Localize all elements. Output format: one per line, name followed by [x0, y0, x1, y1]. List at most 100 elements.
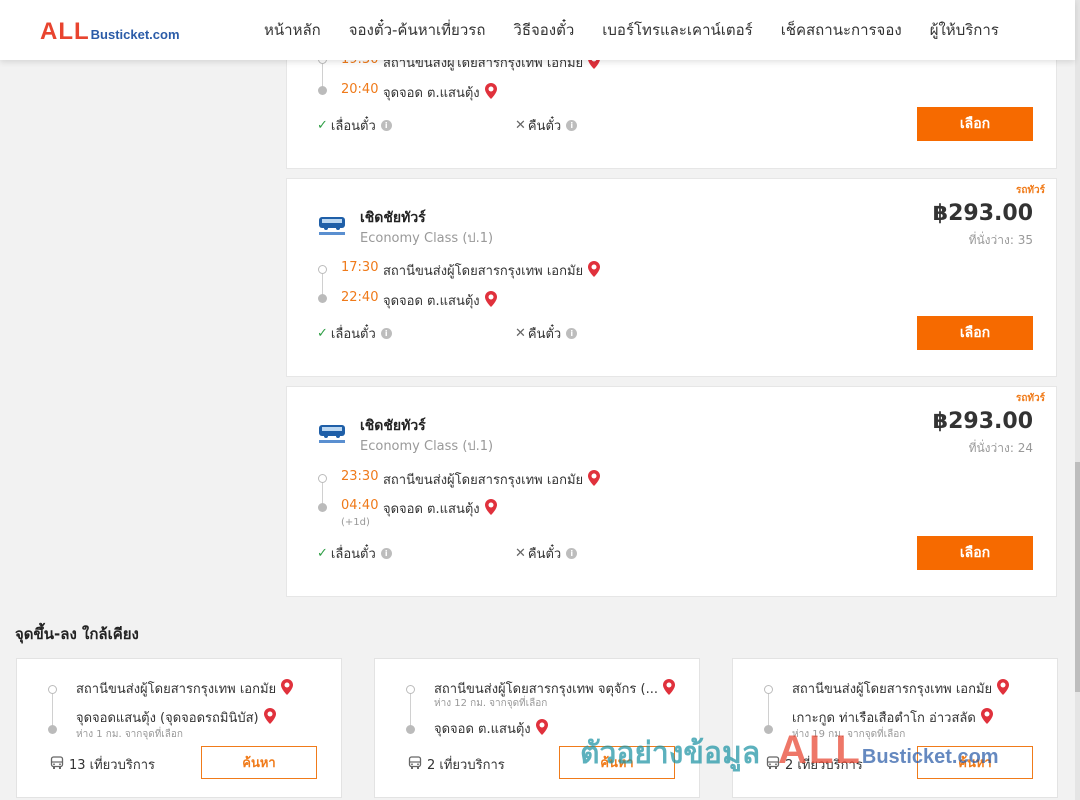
- feature-refund-ticket: ✕ คืนตั๋ว i: [515, 543, 578, 564]
- from-dot: [48, 685, 57, 694]
- nearby-trip-count-label: 2 เที่ยวบริการ: [785, 758, 863, 773]
- bus-class: Economy Class (ป.1): [360, 439, 494, 454]
- to-dot: [764, 725, 773, 734]
- bus-type-badge: รถทัวร์: [1015, 393, 1045, 404]
- nearby-trip-count: 13 เที่ยวบริการ: [50, 754, 155, 775]
- nearby-card-2: สถานีขนส่งผู้โดยสารกรุงเทพ จตุจักร (... …: [374, 658, 700, 798]
- nearby-to-label: จุดจอด ต.แสนตุ้ง: [434, 722, 531, 737]
- nearby-to-stop: เกาะกูด ท่าเรือเสือตำโก อ่าวสลัด: [792, 707, 993, 728]
- feature-change-ticket: ✓ เลื่อนตั๋ว i: [317, 323, 392, 344]
- timeline-line: [52, 690, 53, 730]
- nearby-distance: ห่าง 1 กม. จากจุดที่เลือก: [76, 729, 183, 740]
- nav-operators[interactable]: ผู้ให้บริการ: [916, 18, 1013, 42]
- map-pin-icon[interactable]: [484, 290, 497, 311]
- feature-change-ticket: ✓ เลื่อนตั๋ว i: [317, 115, 392, 136]
- map-pin-icon[interactable]: [535, 718, 548, 739]
- arrival-dot: [318, 294, 327, 303]
- arrival-stop-label: จุดจอด ต.แสนตุ้ง: [383, 86, 480, 101]
- feature-refund-ticket: ✕ คืนตั๋ว i: [515, 323, 578, 344]
- select-trip-button[interactable]: เลือก: [917, 107, 1033, 141]
- seats-available: ที่นั่งว่าง: 24: [968, 441, 1033, 455]
- arrival-dot: [318, 86, 327, 95]
- departure-stop: สถานีขนส่งผู้โดยสารกรุงเทพ เอกมัย: [383, 469, 601, 490]
- nearby-from-label: สถานีขนส่งผู้โดยสารกรุงเทพ เอกมัย: [792, 682, 993, 697]
- feature-refund-label: คืนตั๋ว: [527, 119, 562, 134]
- departure-time: 17:30: [341, 260, 379, 275]
- nearby-trip-count: 2 เที่ยวบริการ: [408, 754, 505, 775]
- check-icon: ✓: [317, 326, 328, 341]
- nearby-from-label: สถานีขนส่งผู้โดยสารกรุงเทพ เอกมัย: [76, 682, 277, 697]
- nearby-trip-count-label: 2 เที่ยวบริการ: [427, 758, 505, 773]
- seats-available: ที่นั่งว่าง: 35: [968, 233, 1033, 247]
- bus-class: Economy Class (ป.1): [360, 231, 494, 246]
- feature-refund-ticket: ✕ คืนตั๋ว i: [515, 115, 578, 136]
- select-trip-button[interactable]: เลือก: [917, 536, 1033, 570]
- main-nav: หน้าหลัก จองตั๋ว-ค้นหาเที่ยวรถ วิธีจองตั…: [250, 0, 1013, 60]
- departure-time: 23:30: [341, 469, 379, 484]
- feature-change-label: เลื่อนตั๋ว: [330, 547, 376, 562]
- to-dot: [406, 725, 415, 734]
- select-trip-button[interactable]: เลือก: [917, 316, 1033, 350]
- next-day-indicator: (+1d): [341, 517, 370, 528]
- site-logo[interactable]: ALL Busticket.com: [40, 18, 180, 46]
- info-icon[interactable]: i: [380, 548, 392, 559]
- ticket-price: ฿293.00: [932, 409, 1033, 434]
- search-button[interactable]: ค้นหา: [559, 746, 675, 779]
- map-pin-icon[interactable]: [263, 707, 276, 728]
- nearby-to-label: เกาะกูด ท่าเรือเสือตำโก อ่าวสลัด: [792, 711, 976, 726]
- search-button[interactable]: ค้นหา: [917, 746, 1033, 779]
- nearby-to-label: จุดจอดแสนตุ้ง (จุดจอดรถมินิบัส): [76, 711, 259, 726]
- map-pin-icon[interactable]: [997, 678, 1010, 699]
- timeline-line: [322, 61, 323, 89]
- trip-card-3: รถทัวร์ เชิดชัยทัวร์ Economy Class (ป.1)…: [286, 386, 1057, 597]
- timeline-line: [768, 690, 769, 730]
- info-icon[interactable]: i: [566, 548, 578, 559]
- search-button[interactable]: ค้นหา: [201, 746, 317, 779]
- nearby-to-stop: จุดจอด ต.แสนตุ้ง: [434, 718, 548, 739]
- bus-icon: [50, 755, 64, 774]
- cross-icon: ✕: [515, 118, 526, 133]
- from-dot: [764, 685, 773, 694]
- map-pin-icon[interactable]: [980, 707, 993, 728]
- arrival-stop: จุดจอด ต.แสนตุ้ง: [383, 290, 497, 311]
- operator-name: เชิดชัยทัวร์: [360, 210, 426, 226]
- scrollbar-thumb[interactable]: [1075, 462, 1080, 692]
- cross-icon: ✕: [515, 546, 526, 561]
- nav-book-search[interactable]: จองตั๋ว-ค้นหาเที่ยวรถ: [335, 18, 500, 42]
- operator-logo: [318, 215, 346, 237]
- map-pin-icon[interactable]: [484, 82, 497, 103]
- map-pin-icon[interactable]: [662, 678, 675, 699]
- departure-dot: [318, 265, 327, 274]
- departure-stop-label: สถานีขนส่งผู้โดยสารกรุงเทพ เอกมัย: [383, 264, 584, 279]
- arrival-time: 04:40: [341, 498, 379, 513]
- info-icon[interactable]: i: [566, 328, 578, 339]
- map-pin-icon[interactable]: [588, 469, 601, 490]
- nearby-distance: ห่าง 12 กม. จากจุดที่เลือก: [434, 698, 548, 709]
- check-icon: ✓: [317, 118, 328, 133]
- logo-all-text: ALL: [40, 18, 90, 45]
- feature-refund-label: คืนตั๋ว: [527, 547, 562, 562]
- nav-booking-status[interactable]: เช็คสถานะการจอง: [767, 18, 916, 42]
- feature-change-label: เลื่อนตั๋ว: [330, 327, 376, 342]
- bus-icon: [408, 755, 422, 774]
- site-header: ALL Busticket.com หน้าหลัก จองตั๋ว-ค้นหา…: [0, 0, 1075, 60]
- arrival-stop: จุดจอด ต.แสนตุ้ง: [383, 82, 497, 103]
- map-pin-icon[interactable]: [588, 260, 601, 281]
- nearby-distance: ห่าง 19 กม. จากจุดที่เลือก: [792, 729, 906, 740]
- nearby-from-stop: สถานีขนส่งผู้โดยสารกรุงเทพ เอกมัย: [76, 678, 294, 699]
- info-icon[interactable]: i: [380, 328, 392, 339]
- arrival-stop: จุดจอด ต.แสนตุ้ง: [383, 498, 497, 519]
- nav-how-to-book[interactable]: วิธีจองตั๋ว: [499, 18, 588, 42]
- nav-home[interactable]: หน้าหลัก: [250, 18, 335, 42]
- from-dot: [406, 685, 415, 694]
- arrival-time: 20:40: [341, 82, 379, 97]
- nav-contacts-counters[interactable]: เบอร์โทรและเคาน์เตอร์: [588, 18, 766, 42]
- info-icon[interactable]: i: [380, 120, 392, 131]
- nearby-trip-count-label: 13 เที่ยวบริการ: [69, 758, 155, 773]
- departure-stop-label: สถานีขนส่งผู้โดยสารกรุงเทพ เอกมัย: [383, 473, 584, 488]
- logo-rest-text: Busticket.com: [90, 27, 180, 42]
- info-icon[interactable]: i: [566, 120, 578, 131]
- map-pin-icon[interactable]: [281, 678, 294, 699]
- cross-icon: ✕: [515, 326, 526, 341]
- map-pin-icon[interactable]: [484, 498, 497, 519]
